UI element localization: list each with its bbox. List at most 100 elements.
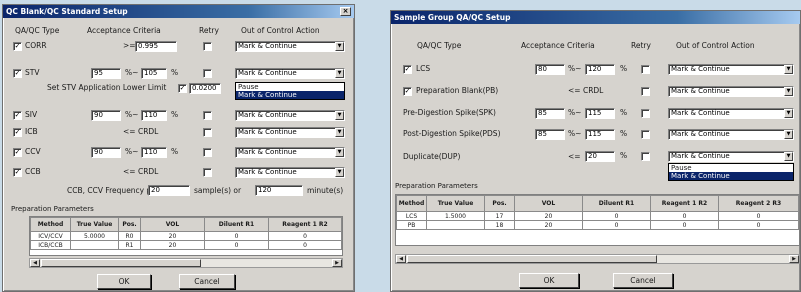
table-cell[interactable]: 20 [140,231,205,241]
table-cell[interactable]: 17 [484,211,515,221]
scroll-right-icon[interactable]: ▶ [332,259,342,267]
corr-retry-checkbox[interactable] [203,42,212,51]
dup-high-input[interactable]: 20 [585,151,615,162]
table-cell[interactable]: 0 [268,240,342,250]
spk-action-select[interactable]: Mark & Continue ▼ [668,108,794,119]
table-cell[interactable]: 0 [204,240,269,250]
table-cell[interactable]: 0 [268,231,342,241]
table-cell[interactable]: 5.0000 [70,231,119,241]
table-cell[interactable]: 18 [484,220,515,230]
chevron-down-icon[interactable]: ▼ [784,152,793,161]
column-header-vol[interactable]: VOL [514,195,583,212]
chevron-down-icon[interactable]: ▼ [335,168,344,177]
scroll-left-icon[interactable]: ◀ [30,259,40,267]
stv-retry-checkbox[interactable] [203,69,212,78]
icb-action-select[interactable]: Mark & Continue ▼ [235,127,345,138]
stv-action-select[interactable]: Mark & Continue ▼ [235,68,345,79]
table-cell[interactable] [70,240,119,250]
column-header-pos[interactable]: Pos. [118,217,141,232]
icb-checkbox[interactable]: ✓ [13,128,22,137]
column-header-vol[interactable]: VOL [140,217,205,232]
chevron-down-icon[interactable]: ▼ [784,109,793,118]
right-ok-button[interactable]: OK [519,273,579,288]
lcs-retry-checkbox[interactable] [641,65,650,74]
spk-low-input[interactable]: 85 [535,108,565,119]
frequency-samples-input[interactable]: 20 [148,185,190,196]
chevron-down-icon[interactable]: ▼ [335,42,344,51]
column-header-pos[interactable]: Pos. [484,195,515,212]
pb-action-select[interactable]: Mark & Continue ▼ [668,86,794,97]
chevron-down-icon[interactable]: ▼ [335,148,344,157]
ccv-checkbox[interactable]: ✓ [13,148,22,157]
pb-retry-checkbox[interactable] [641,87,650,96]
close-icon[interactable]: × [340,7,351,16]
spk-high-input[interactable]: 115 [585,108,615,119]
siv-checkbox[interactable]: ✓ [13,111,22,120]
siv-low-input[interactable]: 90 [91,110,121,121]
dropdown-option-pause[interactable]: Pause [669,164,793,172]
table-cell[interactable]: 0 [582,211,651,221]
right-cancel-button[interactable]: Cancel [613,273,673,288]
chevron-down-icon[interactable]: ▼ [335,128,344,137]
table-cell[interactable]: 20 [140,240,205,250]
dropdown-option-mark-continue[interactable]: Mark & Continue [669,172,793,180]
table-cell[interactable]: ICB/CCB [30,240,71,250]
stv-limit-checkbox[interactable]: ✓ [178,84,187,93]
spk-retry-checkbox[interactable] [641,109,650,118]
table-cell[interactable]: 0 [650,220,719,230]
chevron-down-icon[interactable]: ▼ [335,111,344,120]
stv-checkbox[interactable]: ✓ [13,69,22,78]
ccb-retry-checkbox[interactable] [203,168,212,177]
scroll-thumb[interactable] [407,255,657,263]
pb-checkbox[interactable]: ✓ [403,87,412,96]
corr-high-input[interactable]: 0.995 [135,41,177,52]
table-row[interactable]: ICB/CCB R1 20 0 0 [30,240,342,250]
ccv-high-input[interactable]: 110 [141,147,167,158]
column-header-diluent[interactable]: Diluent R1 [204,217,269,232]
table-cell[interactable]: R0 [118,231,141,241]
stv-low-input[interactable]: 95 [91,68,121,79]
left-horizontal-scrollbar[interactable]: ◀ ▶ [29,258,343,268]
scroll-thumb[interactable] [41,259,201,267]
siv-high-input[interactable]: 110 [141,110,167,121]
corr-action-select[interactable]: Mark & Continue ▼ [235,41,345,52]
ccv-low-input[interactable]: 90 [91,147,121,158]
dup-action-select[interactable]: Mark & Continue ▼ [668,151,794,162]
pds-high-input[interactable]: 115 [585,129,615,140]
table-row[interactable]: ICV/CCV 5.0000 R0 20 0 0 [30,231,342,241]
table-cell[interactable]: 0 [718,211,799,221]
table-cell[interactable]: 20 [514,220,583,230]
table-cell[interactable]: LCS [396,211,427,221]
column-header-true-value[interactable]: True Value [426,195,485,212]
pds-retry-checkbox[interactable] [641,130,650,139]
column-header-reagent1[interactable]: Reagent 1 R2 [268,217,342,232]
corr-checkbox[interactable]: ✓ [13,42,22,51]
dup-retry-checkbox[interactable] [641,152,650,161]
lcs-action-select[interactable]: Mark & Continue ▼ [668,64,794,75]
left-cancel-button[interactable]: Cancel [179,274,235,289]
pds-action-select[interactable]: Mark & Continue ▼ [668,129,794,140]
table-cell[interactable]: 0 [582,220,651,230]
table-cell[interactable]: 0 [718,220,799,230]
lcs-checkbox[interactable]: ✓ [403,65,412,74]
lcs-high-input[interactable]: 120 [585,64,615,75]
dropdown-option-mark-continue[interactable]: Mark & Continue [236,91,344,99]
stv-high-input[interactable]: 105 [141,68,167,79]
icb-retry-checkbox[interactable] [203,128,212,137]
chevron-down-icon[interactable]: ▼ [784,65,793,74]
table-cell[interactable]: R1 [118,240,141,250]
table-cell[interactable] [426,220,485,230]
table-row[interactable]: PB 18 20 0 0 0 [396,220,799,230]
ccb-checkbox[interactable]: ✓ [13,168,22,177]
table-cell[interactable]: ICV/CCV [30,231,71,241]
table-cell[interactable]: 0 [204,231,269,241]
ccb-action-select[interactable]: Mark & Continue ▼ [235,167,345,178]
table-cell[interactable]: 20 [514,211,583,221]
column-header-method[interactable]: Method [30,217,71,232]
column-header-true-value[interactable]: True Value [70,217,119,232]
column-header-reagent2[interactable]: Reagent 2 R3 [718,195,799,212]
column-header-diluent[interactable]: Diluent R1 [582,195,651,212]
ccv-action-select[interactable]: Mark & Continue ▼ [235,147,345,158]
table-row[interactable]: LCS 1.5000 17 20 0 0 0 [396,211,799,221]
stv-limit-input[interactable]: 0.0200 [189,83,221,94]
